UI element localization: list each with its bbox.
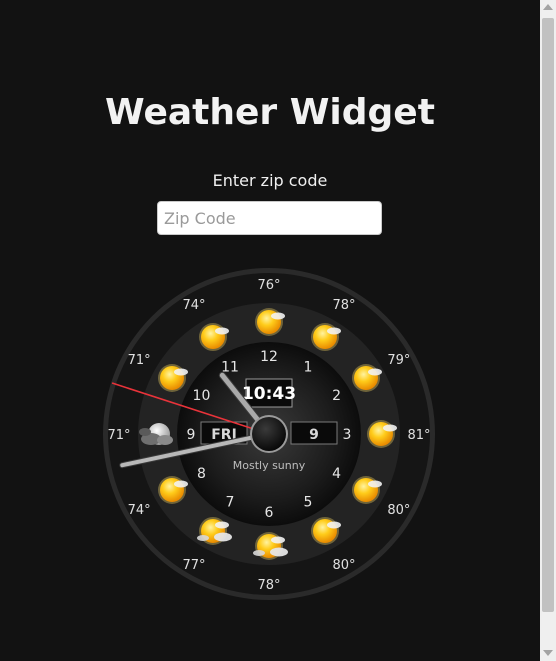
scroll-down-arrow-icon[interactable] [543,650,553,656]
zip-code-label: Enter zip code [212,171,328,190]
date-box: 9 [290,421,338,445]
clock-number: 10 [193,388,211,404]
clock-number: 2 [332,388,341,404]
center-hub [252,417,286,451]
hour-temp: 77° [182,558,205,573]
hour-temp: 71° [128,353,151,368]
weather-clock: 76°78°79°81°80°80°78°77°74°71°71°74° 121… [103,268,435,600]
hour-temp: 78° [257,578,280,593]
clock-number: 4 [332,466,341,482]
condition-text: Mostly sunny [233,459,306,472]
page: Weather Widget Enter zip code Zip Code 7… [0,0,540,661]
hour-temp: 74° [128,503,151,518]
hour-temp: 76° [257,278,280,293]
clock-number: 7 [226,495,235,511]
hour-temp: 71° [107,428,130,443]
hour-temp: 80° [387,503,410,518]
hour-temp: 79° [387,353,410,368]
scroll-thumb[interactable] [542,18,554,612]
hour-temp: 81° [407,428,430,443]
clock-number: 1 [304,359,313,375]
hour-temp: 80° [332,558,355,573]
clock-number: 8 [197,466,206,482]
clock-number: 6 [265,505,274,521]
clock-number: 3 [343,427,352,443]
clock-number: 9 [187,427,196,443]
time-box: 10:43 [242,378,296,408]
zip-code-input[interactable] [157,201,382,235]
clock-number: 5 [304,495,313,511]
date-text: 9 [309,427,319,443]
clock-number: 12 [260,349,278,365]
page-title: Weather Widget [105,92,435,133]
time-text: 10:43 [242,384,296,404]
scroll-up-arrow-icon[interactable] [543,4,553,10]
hour-temp: 78° [332,298,355,313]
hour-temp: 74° [182,298,205,313]
